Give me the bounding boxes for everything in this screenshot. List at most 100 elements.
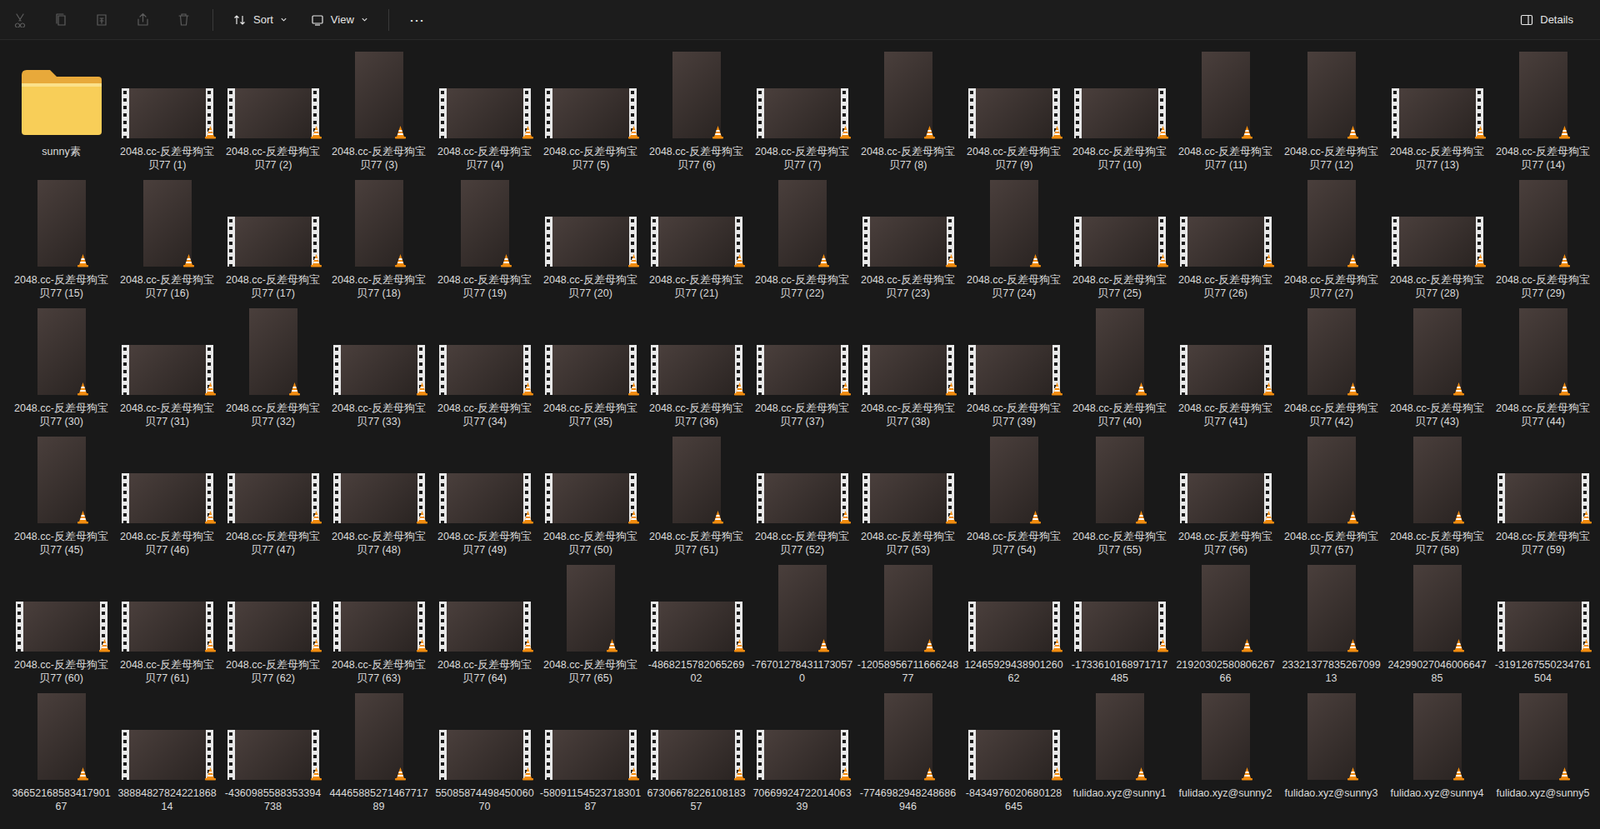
file-item[interactable]: 2048.cc-反差母狗宝贝77 (13) bbox=[1384, 48, 1490, 172]
file-item[interactable]: 2048.cc-反差母狗宝贝77 (24) bbox=[960, 176, 1067, 300]
file-item[interactable]: 2048.cc-反差母狗宝贝77 (43) bbox=[1384, 305, 1490, 429]
file-item[interactable]: 2048.cc-反差母狗宝贝77 (62) bbox=[220, 561, 326, 685]
file-item[interactable]: 7066992472201406339 bbox=[749, 690, 855, 814]
file-item[interactable]: 2048.cc-反差母狗宝贝77 (65) bbox=[537, 561, 644, 685]
file-item[interactable]: 2048.cc-反差母狗宝贝77 (50) bbox=[537, 433, 644, 557]
file-item[interactable]: 2048.cc-反差母狗宝贝77 (39) bbox=[960, 305, 1067, 429]
file-item[interactable]: 2048.cc-反差母狗宝贝77 (48) bbox=[325, 433, 432, 557]
file-item[interactable]: 2332137783526709913 bbox=[1278, 561, 1385, 685]
file-item[interactable]: 2048.cc-反差母狗宝贝77 (60) bbox=[8, 561, 115, 685]
file-item[interactable]: 2048.cc-反差母狗宝贝77 (18) bbox=[325, 176, 432, 300]
toolbar-action-button[interactable] bbox=[165, 5, 203, 35]
file-item[interactable]: fulidao.xyz@sunny2 bbox=[1172, 690, 1279, 814]
toolbar-action-button[interactable] bbox=[83, 5, 121, 35]
file-item[interactable]: 2048.cc-反差母狗宝贝77 (61) bbox=[114, 561, 220, 685]
file-item[interactable]: 2048.cc-反差母狗宝贝77 (31) bbox=[114, 305, 220, 429]
toolbar-action-button[interactable] bbox=[1, 5, 40, 35]
file-item[interactable]: 2048.cc-反差母狗宝贝77 (6) bbox=[643, 48, 750, 172]
file-item[interactable]: -486821578206526902 bbox=[643, 561, 750, 685]
file-item[interactable]: 2048.cc-反差母狗宝贝77 (19) bbox=[431, 176, 538, 300]
file-item[interactable]: 2048.cc-反差母狗宝贝77 (28) bbox=[1384, 176, 1490, 300]
file-item[interactable]: 2048.cc-反差母狗宝贝77 (22) bbox=[749, 176, 855, 300]
file-item[interactable]: 2048.cc-反差母狗宝贝77 (25) bbox=[1066, 176, 1173, 300]
file-item[interactable]: 2048.cc-反差母狗宝贝77 (32) bbox=[220, 305, 326, 429]
file-item[interactable]: 2048.cc-反差母狗宝贝77 (49) bbox=[431, 433, 538, 557]
file-item[interactable]: 2048.cc-反差母狗宝贝77 (36) bbox=[643, 305, 750, 429]
file-item[interactable]: 2048.cc-反差母狗宝贝77 (5) bbox=[537, 48, 644, 172]
file-item[interactable]: 2048.cc-反差母狗宝贝77 (4) bbox=[431, 48, 538, 172]
file-item[interactable]: 2048.cc-反差母狗宝贝77 (14) bbox=[1490, 48, 1596, 172]
file-item[interactable]: 2048.cc-反差母狗宝贝77 (29) bbox=[1490, 176, 1596, 300]
file-item[interactable]: 2048.cc-反差母狗宝贝77 (9) bbox=[960, 48, 1067, 172]
file-item[interactable]: 2048.cc-反差母狗宝贝77 (53) bbox=[855, 433, 961, 557]
file-item[interactable]: 2048.cc-反差母狗宝贝77 (30) bbox=[8, 305, 115, 429]
file-item[interactable]: 2048.cc-反差母狗宝贝77 (27) bbox=[1278, 176, 1385, 300]
file-item[interactable]: 2192030258080626766 bbox=[1172, 561, 1279, 685]
file-item[interactable]: 2048.cc-反差母狗宝贝77 (21) bbox=[643, 176, 750, 300]
file-item[interactable]: 2048.cc-反差母狗宝贝77 (11) bbox=[1172, 48, 1279, 172]
file-item[interactable]: 2048.cc-反差母狗宝贝77 (1) bbox=[114, 48, 220, 172]
file-item[interactable]: 2048.cc-反差母狗宝贝77 (46) bbox=[114, 433, 220, 557]
file-item[interactable]: 3888482782422186814 bbox=[114, 690, 220, 814]
file-item[interactable]: 2048.cc-反差母狗宝贝77 (54) bbox=[960, 433, 1067, 557]
file-item[interactable]: 2048.cc-反差母狗宝贝77 (33) bbox=[325, 305, 432, 429]
file-item[interactable]: 2048.cc-反差母狗宝贝77 (35) bbox=[537, 305, 644, 429]
file-item[interactable]: 2048.cc-反差母狗宝贝77 (34) bbox=[431, 305, 538, 429]
file-item[interactable]: 2048.cc-反差母狗宝贝77 (3) bbox=[325, 48, 432, 172]
file-item[interactable]: 2048.cc-反差母狗宝贝77 (15) bbox=[8, 176, 115, 300]
more-button[interactable]: ⋯ bbox=[399, 5, 435, 35]
file-item[interactable]: 2048.cc-反差母狗宝贝77 (23) bbox=[855, 176, 961, 300]
file-item[interactable]: 2048.cc-反差母狗宝贝77 (7) bbox=[749, 48, 855, 172]
thumbnail-area bbox=[223, 305, 324, 395]
file-item[interactable]: 2048.cc-反差母狗宝贝77 (64) bbox=[431, 561, 538, 685]
file-item[interactable]: 2048.cc-反差母狗宝贝77 (17) bbox=[220, 176, 326, 300]
file-item[interactable]: 2048.cc-反差母狗宝贝77 (52) bbox=[749, 433, 855, 557]
file-item[interactable]: 2048.cc-反差母狗宝贝77 (16) bbox=[114, 176, 220, 300]
file-item[interactable]: -4360985588353394738 bbox=[220, 690, 326, 814]
file-item[interactable]: 2048.cc-反差母狗宝贝77 (12) bbox=[1278, 48, 1385, 172]
file-item[interactable]: fulidao.xyz@sunny1 bbox=[1066, 690, 1173, 814]
file-item[interactable]: 2048.cc-反差母狗宝贝77 (8) bbox=[855, 48, 961, 172]
details-button[interactable]: Details bbox=[1510, 6, 1584, 34]
sort-button[interactable]: Sort bbox=[223, 6, 298, 34]
file-item[interactable]: -8434976020680128645 bbox=[960, 690, 1067, 814]
file-item[interactable]: sunny素 bbox=[8, 48, 115, 172]
file-item[interactable]: 2048.cc-反差母狗宝贝77 (56) bbox=[1172, 433, 1279, 557]
file-item[interactable]: fulidao.xyz@sunny4 bbox=[1384, 690, 1490, 814]
file-item[interactable]: 2048.cc-反差母狗宝贝77 (45) bbox=[8, 433, 115, 557]
file-item[interactable]: 2048.cc-反差母狗宝贝77 (44) bbox=[1490, 305, 1596, 429]
file-item[interactable]: fulidao.xyz@sunny5 bbox=[1490, 690, 1596, 814]
file-item[interactable]: -767012784311730570 bbox=[749, 561, 855, 685]
file-item[interactable]: -1205895671166624877 bbox=[855, 561, 961, 685]
toolbar-action-button[interactable] bbox=[42, 5, 80, 35]
file-item[interactable]: 2048.cc-反差母狗宝贝77 (57) bbox=[1278, 433, 1385, 557]
file-item[interactable]: 2048.cc-反差母狗宝贝77 (38) bbox=[855, 305, 961, 429]
file-item[interactable]: 2048.cc-反差母狗宝贝77 (47) bbox=[220, 433, 326, 557]
file-item[interactable]: -3191267550234761504 bbox=[1490, 561, 1596, 685]
file-item[interactable]: 5508587449845006070 bbox=[431, 690, 538, 814]
file-item[interactable]: 2048.cc-反差母狗宝贝77 (59) bbox=[1490, 433, 1596, 557]
file-item[interactable]: 2048.cc-反差母狗宝贝77 (58) bbox=[1384, 433, 1490, 557]
file-item[interactable]: 2048.cc-反差母狗宝贝77 (20) bbox=[537, 176, 644, 300]
file-item[interactable]: 2048.cc-反差母狗宝贝77 (40) bbox=[1066, 305, 1173, 429]
toolbar-action-button[interactable] bbox=[124, 5, 162, 35]
file-item[interactable]: 2048.cc-反差母狗宝贝77 (55) bbox=[1066, 433, 1173, 557]
file-item[interactable]: -1733610168971717485 bbox=[1066, 561, 1173, 685]
file-item[interactable]: 2429902704600664785 bbox=[1384, 561, 1490, 685]
file-item[interactable]: 2048.cc-反差母狗宝贝77 (26) bbox=[1172, 176, 1279, 300]
file-item[interactable]: -7746982948248686946 bbox=[855, 690, 961, 814]
file-item[interactable]: 2048.cc-反差母狗宝贝77 (41) bbox=[1172, 305, 1279, 429]
file-item[interactable]: 3665216858341790167 bbox=[8, 690, 115, 814]
file-item[interactable]: 2048.cc-反差母狗宝贝77 (10) bbox=[1066, 48, 1173, 172]
file-item[interactable]: 2048.cc-反差母狗宝贝77 (2) bbox=[220, 48, 326, 172]
file-item[interactable]: 4446588527146771789 bbox=[325, 690, 432, 814]
file-item[interactable]: 2048.cc-反差母狗宝贝77 (37) bbox=[749, 305, 855, 429]
file-item[interactable]: 2048.cc-反差母狗宝贝77 (42) bbox=[1278, 305, 1385, 429]
file-item[interactable]: 6730667822610818357 bbox=[643, 690, 750, 814]
view-button[interactable]: View bbox=[300, 6, 379, 34]
file-item[interactable]: 2048.cc-反差母狗宝贝77 (51) bbox=[643, 433, 750, 557]
file-item[interactable]: 2048.cc-反差母狗宝贝77 (63) bbox=[325, 561, 432, 685]
file-item[interactable]: fulidao.xyz@sunny3 bbox=[1278, 690, 1385, 814]
file-item[interactable]: 1246592943890126062 bbox=[960, 561, 1067, 685]
file-item[interactable]: -5809115452371830187 bbox=[537, 690, 644, 814]
